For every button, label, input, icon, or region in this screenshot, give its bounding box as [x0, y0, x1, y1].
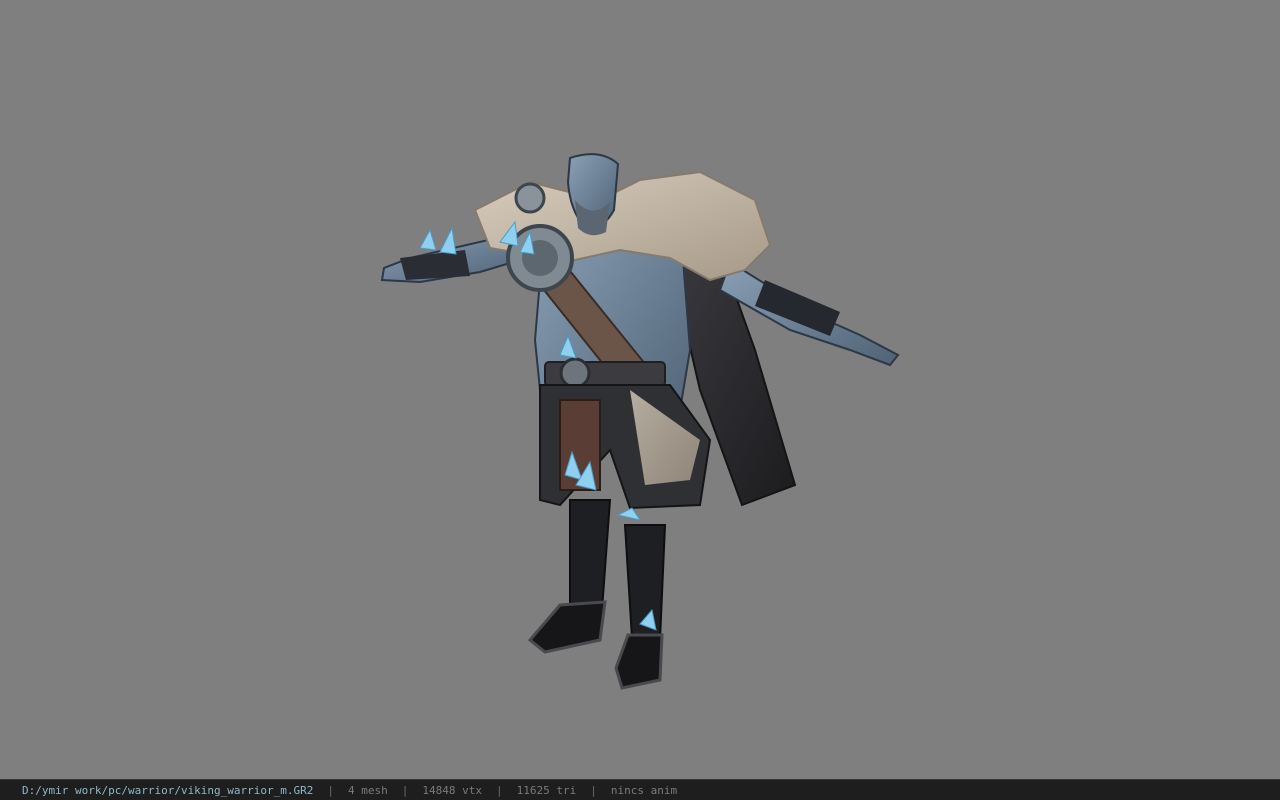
animation-status-label: nincs anim: [610, 783, 678, 797]
separator: |: [327, 783, 335, 797]
vertex-count-label: 14848 vtx: [422, 783, 483, 797]
character-model: [380, 153, 900, 690]
status-bar: D:/ymir work/pc/warrior/viking_warrior_m…: [0, 779, 1280, 800]
file-path-label: D:/ymir work/pc/warrior/viking_warrior_m…: [22, 783, 314, 797]
separator: |: [401, 783, 409, 797]
triangle-count-label: 11625 tri: [516, 783, 577, 797]
3d-viewport[interactable]: [0, 0, 1280, 779]
mesh-count-label: 4 mesh: [348, 783, 388, 797]
separator: |: [496, 783, 503, 797]
separator: |: [590, 783, 597, 797]
